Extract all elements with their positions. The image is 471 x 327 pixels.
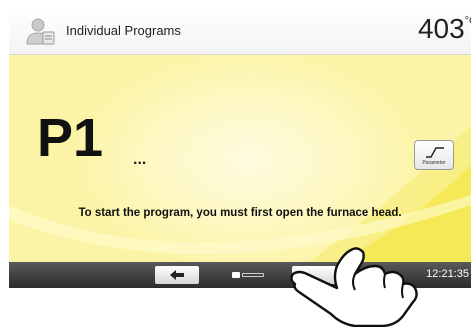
header: Individual Programs 403°C bbox=[9, 7, 471, 55]
temperature-value: 403 bbox=[417, 13, 465, 44]
temperature-unit: °C bbox=[464, 15, 471, 27]
program-number: P1 bbox=[37, 108, 104, 168]
page-indicator bbox=[232, 272, 264, 278]
program-name[interactable]: ... bbox=[133, 151, 146, 169]
page-indicator-track bbox=[242, 273, 264, 277]
parameter-curve-icon bbox=[426, 147, 444, 158]
back-button[interactable] bbox=[155, 266, 199, 284]
user-icon[interactable] bbox=[25, 16, 55, 46]
program-panel: P1 ... Parameter To start the program, y… bbox=[9, 55, 471, 262]
pointing-hand-icon bbox=[290, 247, 418, 327]
parameter-button[interactable]: Parameter bbox=[414, 140, 454, 170]
arrow-left-icon bbox=[170, 270, 184, 280]
page-indicator-active bbox=[232, 272, 240, 278]
status-message: To start the program, you must first ope… bbox=[78, 207, 402, 219]
page-title: Individual Programs bbox=[66, 23, 181, 38]
parameter-button-label: Parameter bbox=[422, 160, 446, 166]
temperature-display: 403°C bbox=[418, 13, 471, 45]
